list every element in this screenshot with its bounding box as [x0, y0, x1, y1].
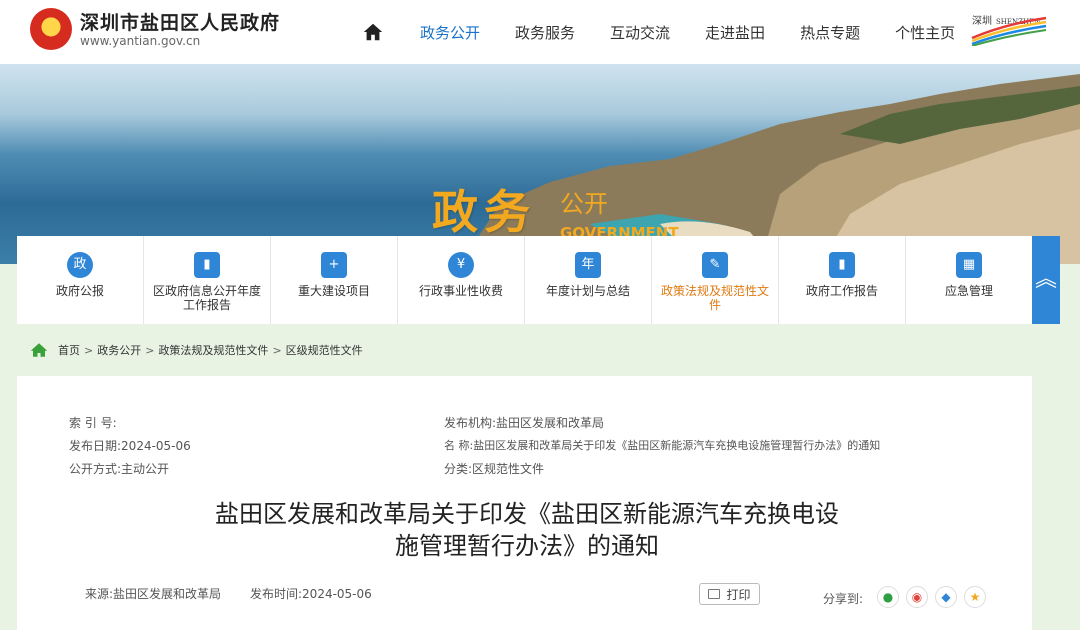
site-url: www.yantian.gov.cn — [80, 34, 201, 48]
weibo-share-icon[interactable]: ◉ — [906, 586, 928, 608]
category-annual-report[interactable]: ▮ 区政府信息公开年度工作报告 — [144, 236, 271, 324]
breadcrumb-home[interactable]: 首页 — [58, 342, 80, 358]
breadcrumb-separator: > — [84, 343, 94, 357]
yuan-icon: ¥ — [448, 252, 474, 278]
document-title: 盐田区发展和改革局关于印发《盐田区新能源汽车充换电设 施管理暂行办法》的通知 — [127, 498, 927, 562]
meta-date: 发布日期:2024-05-06 — [69, 437, 191, 454]
category-major-projects[interactable]: + 重大建设项目 — [271, 236, 398, 324]
category-label: 重大建设项目 — [297, 284, 370, 298]
meta-class-label: 分类: — [444, 462, 473, 476]
meta-org-value: 盐田区发展和改革局 — [496, 416, 605, 430]
banner-subtitle: 公开 — [560, 190, 608, 218]
category-label: 政策法规及规范性文件 — [660, 284, 769, 312]
meta-name: 名 称:盐田区发展和改革局关于印发《盐田区新能源汽车充换电设施管理暂行办法》的通… — [444, 437, 880, 453]
nav-item-open-government[interactable]: 政务公开 — [420, 22, 480, 43]
government-badge-icon: 政 — [67, 252, 93, 278]
bar-chart-icon: ▮ — [829, 252, 855, 278]
meta-mode-label: 公开方式: — [69, 462, 122, 476]
category-label: 区政府信息公开年度工作报告 — [152, 284, 261, 312]
site-title[interactable]: 深圳市盐田区人民政府 — [80, 8, 280, 35]
breadcrumb: 首页 > 政务公开 > 政策法规及规范性文件 > 区级规范性文件 — [30, 340, 363, 360]
document-source: 来源:盐田区发展和改革局 — [85, 587, 222, 601]
qq-share-icon[interactable]: ◆ — [935, 586, 957, 608]
meta-class: 分类:区规范性文件 — [444, 460, 544, 477]
meta-date-label: 发布日期: — [69, 439, 122, 453]
print-label: 打印 — [726, 587, 751, 602]
category-label: 政府公报 — [55, 284, 104, 298]
nav-item-topics[interactable]: 热点专题 — [800, 22, 860, 43]
double-chevron-up-icon: ︽ — [1034, 267, 1057, 292]
nav-item-interaction[interactable]: 互动交流 — [610, 22, 670, 43]
nav-item-about[interactable]: 走进盐田 — [705, 22, 765, 43]
print-button[interactable]: 打印 — [699, 583, 760, 605]
favorite-star-icon[interactable]: ★ — [964, 586, 986, 608]
collapse-up-button[interactable]: ︽ — [1032, 236, 1060, 324]
meta-org: 发布机构:盐田区发展和改革局 — [444, 414, 604, 431]
meta-name-value: 盐田区发展和改革局关于印发《盐田区新能源汽车充换电设施管理暂行办法》的通知 — [473, 439, 881, 452]
banner-title: 政务 — [432, 185, 536, 239]
category-emergency[interactable]: ▦ 应急管理 — [906, 236, 1032, 324]
breadcrumb-separator: > — [272, 343, 282, 357]
category-label: 年度计划与总结 — [545, 284, 630, 298]
meta-org-label: 发布机构: — [444, 416, 497, 430]
document-title-line1: 盐田区发展和改革局关于印发《盐田区新能源汽车充换电设 — [215, 500, 839, 528]
meta-mode-value: 主动公开 — [121, 462, 170, 476]
breadcrumb-open-government[interactable]: 政务公开 — [97, 342, 141, 358]
edit-icon: ✎ — [702, 252, 728, 278]
home-icon[interactable] — [30, 342, 48, 358]
meta-class-value: 区规范性文件 — [472, 462, 545, 476]
breadcrumb-separator: > — [145, 343, 155, 357]
nav-item-personal[interactable]: 个性主页 — [895, 22, 955, 43]
printer-icon — [708, 589, 721, 599]
meta-date-value: 2024-05-06 — [121, 439, 191, 453]
category-label: 政府工作报告 — [805, 284, 878, 298]
wechat-share-icon[interactable]: ● — [877, 586, 899, 608]
category-fees[interactable]: ¥ 行政事业性收费 — [398, 236, 525, 324]
document-publish-time: 发布时间:2024-05-06 — [250, 587, 372, 601]
meta-name-label: 名 称: — [444, 439, 474, 452]
grid-icon: ▦ — [956, 252, 982, 278]
category-label: 应急管理 — [944, 284, 993, 298]
svg-text:深圳: 深圳 — [972, 15, 992, 27]
meta-index-label: 索 引 号: — [69, 416, 117, 430]
top-header: 深圳市盐田区人民政府 www.yantian.gov.cn 政务公开 政务服务 … — [0, 0, 1080, 64]
bar-chart-icon: ▮ — [194, 252, 220, 278]
share-label: 分享到: — [823, 592, 864, 606]
document-title-line2: 施管理暂行办法》的通知 — [395, 532, 659, 560]
category-annual-plan[interactable]: 年 年度计划与总结 — [525, 236, 652, 324]
category-policies[interactable]: ✎ 政策法规及规范性文件 — [652, 236, 779, 324]
national-emblem-icon — [30, 8, 72, 50]
banner: 政务 公开 GOVERNMENT — [0, 64, 1080, 264]
main-nav: 政务公开 政务服务 互动交流 走进盐田 热点专题 个性主页 — [362, 0, 990, 64]
home-icon[interactable] — [362, 21, 384, 43]
meta-index: 索 引 号: — [69, 414, 117, 431]
category-label: 行政事业性收费 — [418, 284, 503, 298]
annual-chart-icon: 年 — [575, 252, 601, 278]
meta-mode: 公开方式:主动公开 — [69, 460, 169, 477]
category-gazette[interactable]: 政 政府公报 — [17, 236, 144, 324]
document-card: 索 引 号: 发布日期:2024-05-06 公开方式:主动公开 发布机构:盐田… — [17, 376, 1032, 630]
category-work-report[interactable]: ▮ 政府工作报告 — [779, 236, 906, 324]
category-strip: 政 政府公报 ▮ 区政府信息公开年度工作报告 + 重大建设项目 ¥ 行政事业性收… — [17, 236, 1032, 324]
breadcrumb-district-docs[interactable]: 区级规范性文件 — [286, 342, 363, 358]
breadcrumb-policies[interactable]: 政策法规及规范性文件 — [158, 342, 268, 358]
shenzhen-logo: 深圳 SHENZHEN — [971, 15, 1047, 46]
nav-item-services[interactable]: 政务服务 — [515, 22, 575, 43]
document-add-icon: + — [321, 252, 347, 278]
